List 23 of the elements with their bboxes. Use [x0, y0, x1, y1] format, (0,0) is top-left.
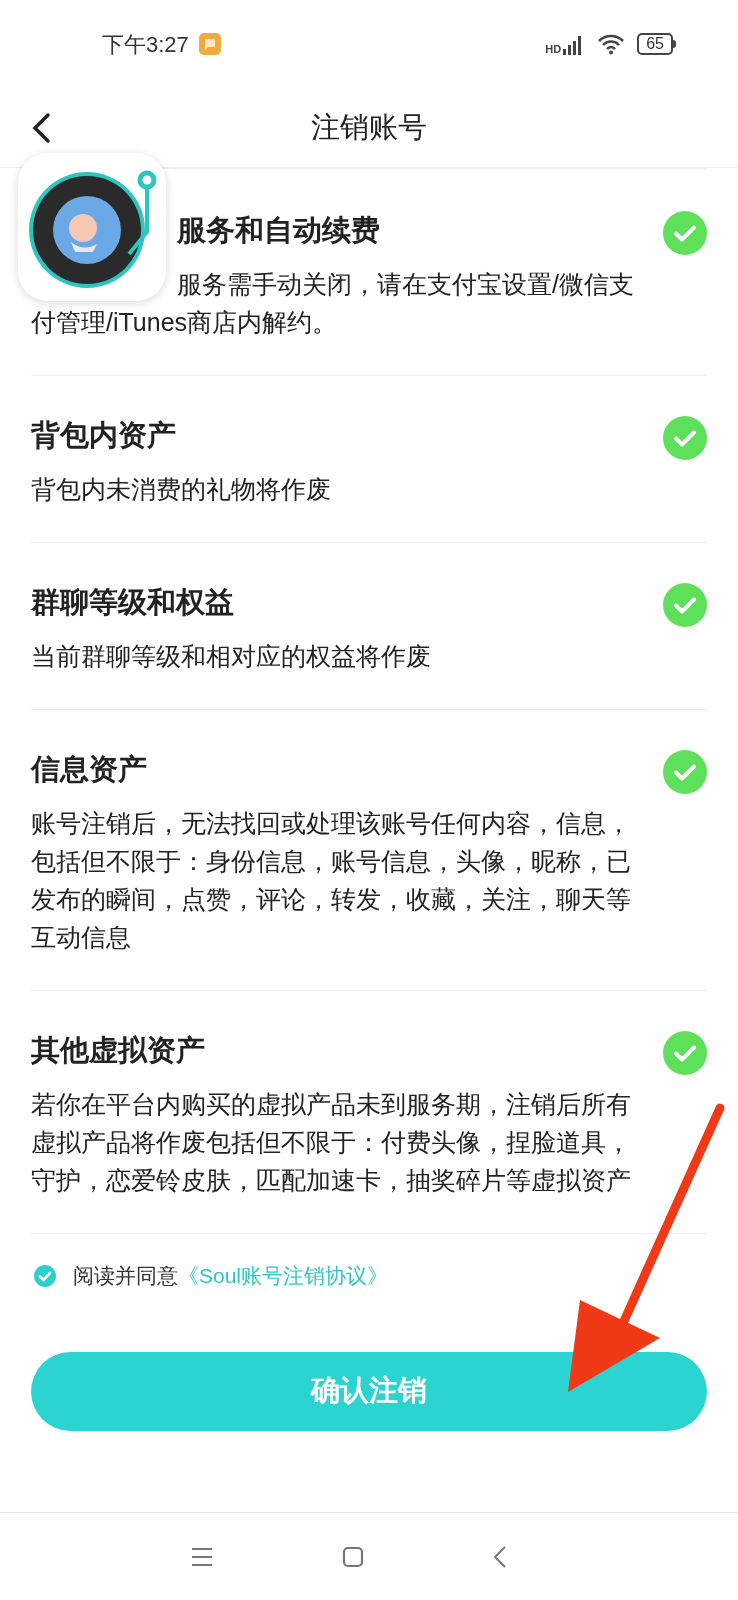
agreement-link[interactable]: 《Soul账号注销协议》	[178, 1260, 389, 1292]
home-icon[interactable]	[342, 1545, 364, 1568]
battery-indicator: 65	[637, 33, 676, 55]
wifi-icon	[597, 33, 626, 55]
item-description: 背包内未消费的礼物将作废	[31, 474, 332, 505]
item-description: 账号注销后，无法找回或处理该账号任何内容，信息，包括但不限于：身份信息，账号信息，头像，昵称，已发布的瞬间，点赞，评论，转发，收藏，关注，聊天等互动信息	[31, 808, 632, 953]
back-icon[interactable]	[492, 1544, 508, 1569]
item-title: 背包内资产	[31, 418, 177, 453]
item-title: 群聊等级和权益	[31, 585, 235, 620]
item-title: 信息资产	[31, 752, 148, 787]
network-label: HD	[545, 44, 562, 55]
item-title: 服务和自动续费	[176, 213, 381, 248]
status-time: 下午3:27	[102, 30, 189, 59]
item-title: 其他虚拟资产	[31, 1033, 206, 1068]
item-description: 若你在平台内购买的虚拟产品未到服务期，注销后所有虚拟产品将作废包括但不限于：付费头像，捏脸道具，守护，恋爱铃皮肤，匹配加速卡，抽奖碎片等虚拟资产	[31, 1089, 632, 1196]
agreement-text: 阅读并同意	[73, 1263, 178, 1289]
confirm-button[interactable]: 确认注销	[31, 1351, 707, 1431]
menu-icon[interactable]	[190, 1546, 214, 1567]
item-description: 服务需手动关闭，请在支付宝设置/微信支付管理/iTunes商店内解约。	[31, 269, 635, 338]
item-description: 当前群聊等级和相对应的权益将作废	[31, 641, 432, 672]
message-icon	[198, 33, 221, 55]
agreement-checkbox[interactable]	[33, 1263, 57, 1288]
page-title: 注销账号	[311, 109, 427, 145]
